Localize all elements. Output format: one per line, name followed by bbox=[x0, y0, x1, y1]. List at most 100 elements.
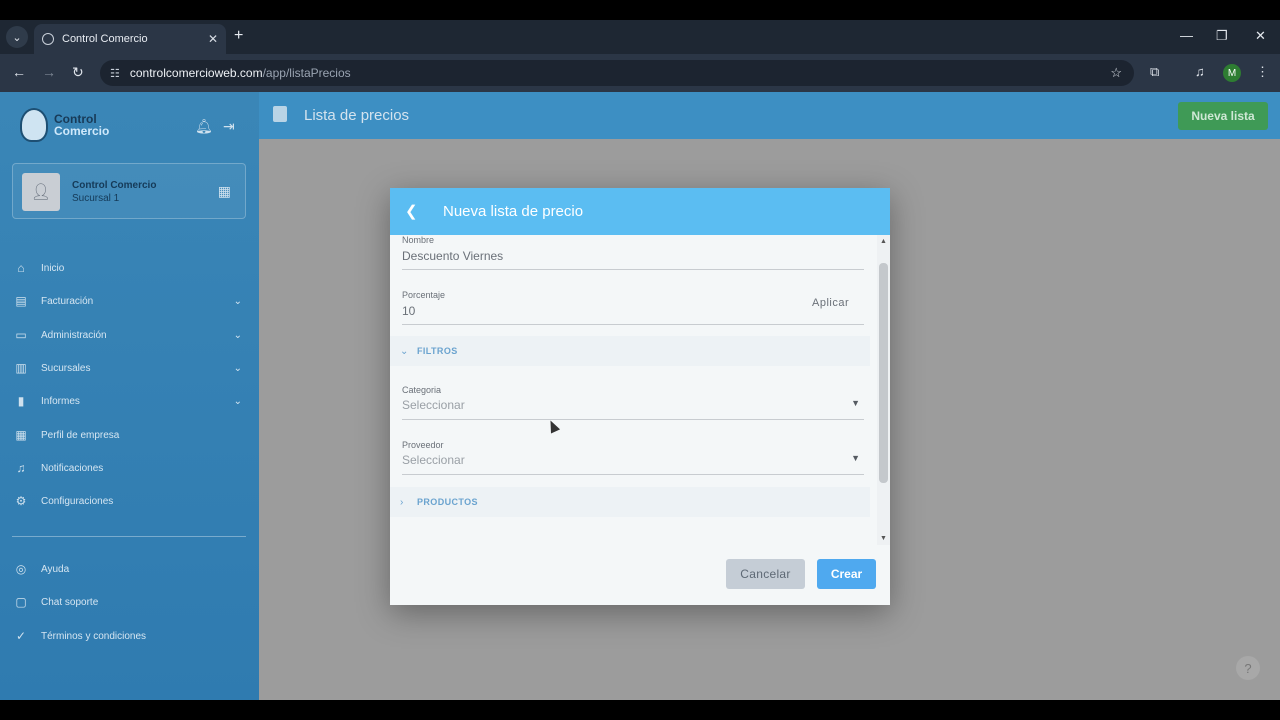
new-list-button[interactable]: Nueva lista bbox=[1178, 102, 1268, 130]
sidebar-item-label: Configuraciones bbox=[41, 495, 114, 507]
sidebar-item-label: Inicio bbox=[41, 262, 65, 274]
dropdown-caret-icon: ▼ bbox=[851, 398, 860, 408]
name-label: Nombre bbox=[402, 235, 435, 245]
reload-icon[interactable]: ↻ bbox=[72, 64, 84, 81]
restore-icon[interactable]: ❐ bbox=[1216, 28, 1228, 44]
address-bar[interactable]: ☷ controlcomercioweb.com /app/listaPreci… bbox=[100, 60, 1134, 86]
invoice-icon: ▤ bbox=[15, 294, 27, 308]
dialog-header: ❮ Nueva lista de precio bbox=[390, 188, 890, 235]
page-header: Lista de precios Nueva lista bbox=[259, 92, 1280, 139]
percent-field[interactable]: Porcentaje 10 bbox=[402, 290, 864, 325]
chevron-down-icon: ⌄ bbox=[233, 395, 242, 407]
new-tab-button[interactable]: + bbox=[234, 27, 243, 45]
sidebar-item-administracion[interactable]: ▭ Administración ⌄ bbox=[12, 323, 246, 347]
name-value: Descuento Viernes bbox=[402, 249, 504, 263]
create-button[interactable]: Crear bbox=[817, 559, 876, 589]
browser-menu-icon[interactable]: ⋮ bbox=[1256, 64, 1269, 80]
user-name: Control Comercio bbox=[72, 180, 157, 191]
back-chevron-icon[interactable]: ❮ bbox=[405, 202, 418, 220]
store-icon: ▥ bbox=[15, 361, 27, 375]
site-settings-icon[interactable]: ☷ bbox=[110, 67, 120, 80]
bell-icon: ♫ bbox=[16, 461, 26, 475]
tab-search-icon[interactable]: ⌄ bbox=[6, 26, 28, 48]
sidebar-item-sucursales[interactable]: ▥ Sucursales ⌄ bbox=[12, 356, 246, 380]
sidebar-item-label: Administración bbox=[41, 329, 107, 341]
name-field[interactable]: Nombre Descuento Viernes bbox=[402, 235, 864, 270]
app-logo[interactable]: Control Comercio bbox=[20, 108, 109, 142]
category-label: Categoria bbox=[402, 385, 442, 395]
sidebar-item-label: Términos y condiciones bbox=[41, 630, 147, 642]
sidebar-item-inicio[interactable]: ⌂ Inicio bbox=[12, 256, 246, 280]
help-icon: ◎ bbox=[15, 562, 27, 576]
dialog-body: Nombre Descuento Viernes Porcentaje 10 A… bbox=[390, 235, 890, 545]
sidebar-item-perfil-empresa[interactable]: ▦ Perfil de empresa bbox=[12, 423, 246, 447]
sidebar-item-label: Informes bbox=[41, 395, 80, 407]
percent-value: 10 bbox=[402, 304, 416, 318]
letterbox-bottom bbox=[0, 700, 1280, 720]
user-card[interactable]: 👤︎ Control Comercio Sucursal 1 ▦ bbox=[12, 163, 246, 219]
browser-toolbar: ← → ↻ ☷ controlcomercioweb.com /app/list… bbox=[0, 54, 1280, 92]
scrollbar-thumb[interactable] bbox=[879, 263, 888, 483]
help-button[interactable]: ? bbox=[1236, 656, 1260, 680]
sidebar-item-label: Perfil de empresa bbox=[41, 429, 120, 441]
sidebar: Control Comercio 🔔︎ ⇥ 👤︎ Control Comerci… bbox=[0, 92, 259, 700]
tab-close-icon[interactable]: ✕ bbox=[208, 32, 218, 46]
price-list-icon bbox=[273, 106, 287, 122]
url-host: controlcomercioweb.com bbox=[129, 66, 263, 80]
logo-text-line2: Comercio bbox=[54, 124, 110, 138]
dialog-scrollbar[interactable]: ▲ ▼ bbox=[877, 235, 890, 545]
supplier-select[interactable]: Proveedor Seleccionar ▼ bbox=[402, 440, 864, 475]
home-icon: ⌂ bbox=[17, 261, 25, 275]
bell-icon[interactable]: 🔔︎ bbox=[195, 118, 213, 135]
sidebar-item-ayuda[interactable]: ◎ Ayuda bbox=[12, 557, 246, 581]
sidebar-item-configuraciones[interactable]: ⚙ Configuraciones bbox=[12, 489, 246, 513]
bookmark-star-icon[interactable]: ☆ bbox=[1110, 65, 1122, 81]
sidebar-divider bbox=[12, 536, 246, 537]
url-path: /app/listaPrecios bbox=[262, 66, 351, 80]
forward-arrow-icon[interactable]: → bbox=[42, 64, 56, 80]
scroll-up-icon[interactable]: ▲ bbox=[880, 238, 887, 245]
new-price-list-dialog: ❮ Nueva lista de precio Nombre Descuento… bbox=[390, 188, 890, 605]
store-icon[interactable]: ▦ bbox=[218, 183, 231, 200]
sidebar-item-informes[interactable]: ▮ Informes ⌄ bbox=[12, 389, 246, 413]
bar-chart-icon: ▮ bbox=[17, 394, 25, 408]
window-close-icon[interactable]: ✕ bbox=[1255, 28, 1266, 44]
browser-tab[interactable]: Control Comercio ✕ bbox=[34, 24, 226, 54]
category-select[interactable]: Categoria Seleccionar ▼ bbox=[402, 385, 864, 420]
sidebar-item-terminos[interactable]: ✓ Términos y condiciones bbox=[12, 624, 246, 648]
globe-icon bbox=[42, 33, 54, 45]
sidebar-item-facturacion[interactable]: ▤ Facturación ⌄ bbox=[12, 289, 246, 313]
chevron-down-icon: ⌄ bbox=[233, 362, 242, 374]
chevron-down-icon: ⌄ bbox=[233, 295, 242, 307]
screen: ⌄ Control Comercio ✕ + — ❐ ✕ ← → ↻ ☷ con… bbox=[0, 0, 1280, 720]
back-arrow-icon[interactable]: ← bbox=[12, 64, 26, 80]
percent-label: Porcentaje bbox=[402, 290, 446, 300]
sidebar-item-label: Notificaciones bbox=[41, 462, 104, 474]
page-title: Lista de precios bbox=[304, 107, 410, 124]
letterbox-top bbox=[0, 0, 1280, 20]
category-placeholder: Seleccionar bbox=[402, 398, 465, 412]
supplier-label: Proveedor bbox=[402, 440, 444, 450]
sidebar-item-label: Chat soporte bbox=[41, 596, 99, 608]
user-avatar-icon: 👤︎ bbox=[22, 173, 60, 211]
check-circle-icon: ✓ bbox=[15, 629, 27, 643]
sidebar-item-notificaciones[interactable]: ♫ Notificaciones bbox=[12, 456, 246, 480]
logout-icon[interactable]: ⇥ bbox=[223, 118, 235, 135]
cancel-button[interactable]: Cancelar bbox=[726, 559, 805, 589]
media-control-icon[interactable]: ♫ bbox=[1195, 64, 1205, 79]
products-section-label: PRODUCTOS bbox=[417, 497, 478, 507]
sidebar-item-label: Facturación bbox=[41, 295, 94, 307]
filters-section-toggle[interactable]: ⌄ FILTROS bbox=[390, 336, 870, 366]
scroll-down-icon[interactable]: ▼ bbox=[880, 535, 887, 542]
sidebar-item-chat-soporte[interactable]: ▢ Chat soporte bbox=[12, 590, 246, 614]
dropdown-caret-icon: ▼ bbox=[851, 453, 860, 463]
apply-button[interactable]: Aplicar bbox=[812, 297, 849, 309]
dialog-title: Nueva lista de precio bbox=[443, 203, 584, 220]
chevron-down-icon: ⌄ bbox=[400, 345, 409, 357]
extensions-icon[interactable]: ⧉ bbox=[1150, 64, 1159, 80]
chat-icon: ▢ bbox=[15, 595, 27, 609]
products-section-toggle[interactable]: › PRODUCTOS bbox=[390, 487, 870, 517]
profile-avatar[interactable]: M bbox=[1223, 64, 1241, 82]
chevron-down-icon: ⌄ bbox=[233, 329, 242, 341]
minimize-icon[interactable]: — bbox=[1180, 28, 1193, 43]
